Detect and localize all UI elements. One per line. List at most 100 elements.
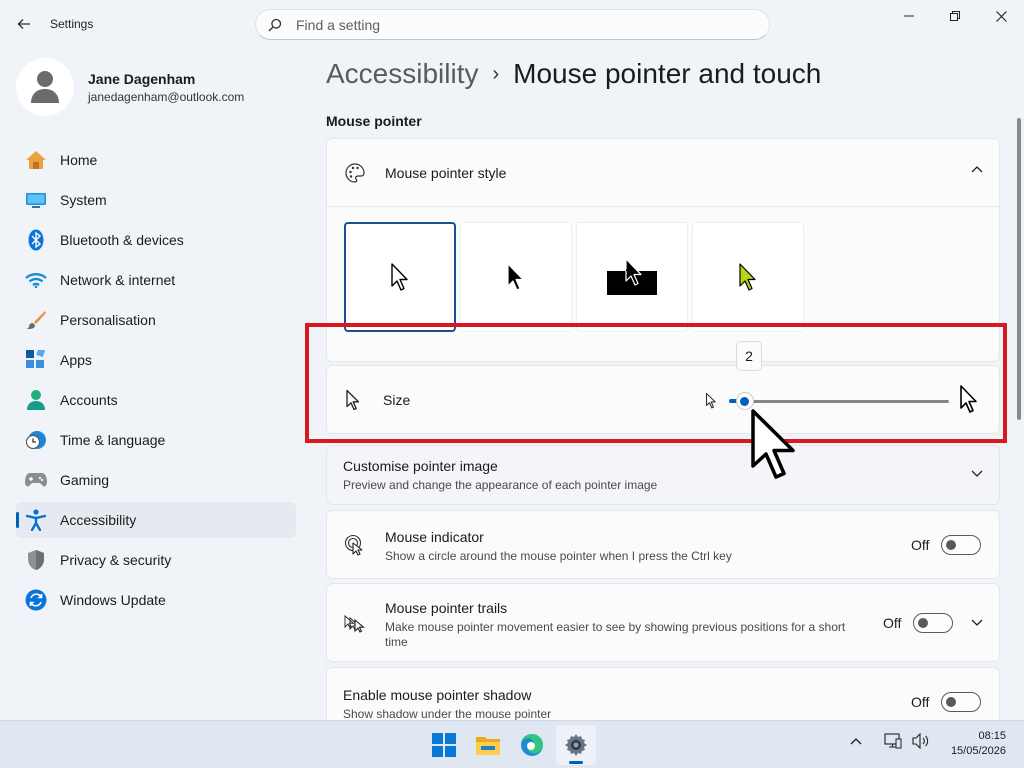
wifi-icon <box>24 268 48 292</box>
pointer-shadow-title: Enable mouse pointer shadow <box>343 687 532 703</box>
sidebar-item-accessibility[interactable]: Accessibility <box>16 502 296 538</box>
brush-icon <box>24 308 48 332</box>
mouse-cursor-icon <box>751 409 795 479</box>
clock-date: 15/05/2026 <box>950 745 1006 757</box>
section-title: Mouse pointer <box>326 113 422 129</box>
pointer-style-black[interactable] <box>460 222 572 332</box>
app-title: Settings <box>50 17 94 31</box>
display-icon[interactable] <box>884 733 902 749</box>
chevron-up-icon[interactable] <box>971 165 983 173</box>
sidebar-item-home[interactable]: Home <box>16 142 296 178</box>
pointer-shadow-toggle[interactable] <box>941 692 982 712</box>
file-explorer-button[interactable] <box>468 725 508 765</box>
pointer-trails-desc: Make mouse pointer movement easier to se… <box>385 620 846 649</box>
pointer-trails-title: Mouse pointer trails <box>385 600 508 616</box>
mouse-indicator-icon <box>343 533 367 557</box>
volume-icon[interactable] <box>912 733 930 749</box>
minimize-button[interactable] <box>886 0 932 32</box>
accounts-icon <box>24 388 48 412</box>
sidebar-item-accounts[interactable]: Accounts <box>16 382 296 418</box>
pointer-style-inverted[interactable] <box>576 222 688 332</box>
sidebar-item-apps[interactable]: Apps <box>16 342 296 378</box>
pointer-style-header[interactable]: Mouse pointer style <box>327 139 999 207</box>
clock[interactable]: 08:15 15/05/2026 <box>951 729 1006 759</box>
clock-time: 08:15 <box>978 730 1006 742</box>
file-explorer-icon <box>476 737 500 755</box>
search-input[interactable] <box>296 16 736 33</box>
breadcrumb-parent[interactable]: Accessibility <box>326 58 478 90</box>
avatar <box>16 58 74 116</box>
mouse-indicator-title: Mouse indicator <box>385 529 484 545</box>
sidebar-item-personalisation[interactable]: Personalisation <box>16 302 296 338</box>
pointer-trails-icon <box>343 612 367 636</box>
maximize-button[interactable] <box>932 0 978 32</box>
start-button[interactable] <box>424 725 464 765</box>
close-icon <box>995 10 1007 22</box>
edge-icon <box>521 734 543 756</box>
shield-icon <box>24 548 48 572</box>
palette-icon <box>343 161 367 185</box>
chevron-up-icon[interactable] <box>850 737 862 745</box>
customise-title: Customise pointer image <box>343 458 498 474</box>
page-title: Mouse pointer and touch <box>513 58 822 89</box>
window-controls <box>886 0 1024 32</box>
close-button[interactable] <box>978 0 1024 32</box>
restore-icon <box>950 11 960 21</box>
accessibility-icon <box>24 508 48 532</box>
user-avatar-icon <box>31 71 59 103</box>
breadcrumb-separator: › <box>492 62 500 85</box>
search-box[interactable] <box>255 9 770 40</box>
home-icon <box>24 148 48 172</box>
pointer-style-label: Mouse pointer style <box>385 164 507 181</box>
customise-pointer-row[interactable]: Customise pointer image Preview and chan… <box>326 445 1000 505</box>
customise-desc: Preview and change the appearance of eac… <box>343 478 658 492</box>
system-tray <box>850 733 940 749</box>
mouse-indicator-state: Off <box>911 537 930 553</box>
pointer-trails-card: Mouse pointer trails Make mouse pointer … <box>326 583 1000 662</box>
inverted-pointer-icon <box>607 258 657 295</box>
pointer-shadow-state: Off <box>911 694 930 710</box>
back-button[interactable] <box>10 12 38 36</box>
pointer-trails-state: Off <box>883 615 902 631</box>
pointer-style-white[interactable] <box>344 222 456 332</box>
sidebar-item-gaming[interactable]: Gaming <box>16 462 296 498</box>
mouse-indicator-card: Mouse indicator Show a circle around the… <box>326 510 1000 579</box>
search-icon <box>268 17 284 33</box>
profile-email: janedagenham@outlook.com <box>88 89 245 104</box>
sidebar-item-bluetooth[interactable]: Bluetooth & devices <box>16 222 296 258</box>
title-bar: Settings <box>0 0 1024 48</box>
bluetooth-icon <box>24 228 48 252</box>
sidebar-item-privacy-security[interactable]: Privacy & security <box>16 542 296 578</box>
system-icon <box>24 188 48 212</box>
mouse-indicator-toggle[interactable] <box>941 535 982 555</box>
white-pointer-icon <box>391 263 408 291</box>
user-profile[interactable]: Jane Dagenham janedagenham@outlook.com <box>16 58 244 116</box>
edge-button[interactable] <box>512 725 552 765</box>
back-arrow-icon <box>17 19 30 29</box>
clock-globe-icon <box>24 428 48 452</box>
sidebar-item-system[interactable]: System <box>16 182 296 218</box>
custom-color-pointer-icon <box>739 263 756 291</box>
update-icon <box>24 588 48 612</box>
pointer-style-options <box>344 222 808 332</box>
sidebar-nav: Home System Bluetooth & devices Network … <box>16 142 296 622</box>
sidebar-item-time-language[interactable]: Time & language <box>16 422 296 458</box>
mouse-indicator-desc: Show a circle around the mouse pointer w… <box>385 549 732 563</box>
gamepad-icon <box>24 468 48 492</box>
sidebar-item-network[interactable]: Network & internet <box>16 262 296 298</box>
minimize-icon <box>904 15 914 17</box>
taskbar: 08:15 15/05/2026 <box>0 720 1024 768</box>
windows-start-icon <box>432 733 456 757</box>
sidebar-item-windows-update[interactable]: Windows Update <box>16 582 296 618</box>
pointer-shadow-card: Enable mouse pointer shadow Show shadow … <box>326 667 1000 727</box>
settings-taskbar-button[interactable] <box>556 725 596 765</box>
black-pointer-icon <box>507 263 524 291</box>
settings-gear-icon <box>565 734 587 756</box>
apps-icon <box>24 348 48 372</box>
chevron-down-icon[interactable] <box>971 619 983 627</box>
highlight-box <box>305 323 1007 443</box>
pointer-style-custom[interactable] <box>692 222 804 332</box>
scrollbar[interactable] <box>1017 118 1021 420</box>
chevron-down-icon[interactable] <box>971 470 983 478</box>
pointer-trails-toggle[interactable] <box>913 613 954 633</box>
